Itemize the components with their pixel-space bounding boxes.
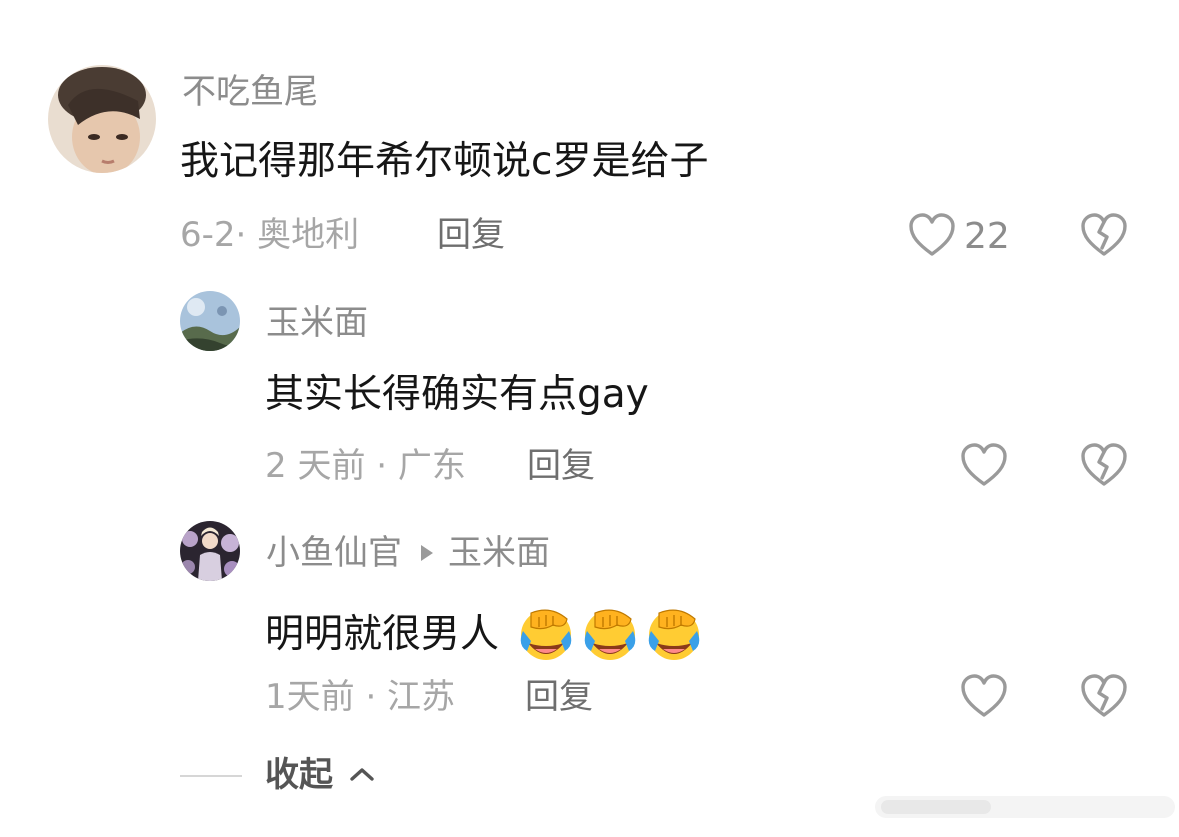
like-button[interactable] — [960, 673, 1008, 723]
comment-meta: 6-2· 奥地利 — [180, 215, 360, 255]
broken-heart-icon — [1080, 674, 1128, 723]
reply-button[interactable]: 回复 — [525, 680, 593, 714]
reply-button[interactable]: 回复 — [527, 449, 595, 483]
avatar[interactable] — [180, 521, 240, 581]
reply-to-username[interactable]: 玉米面 — [448, 533, 550, 573]
comment-username-row: 小鱼仙官 玉米面 — [266, 536, 550, 570]
comment-text: 其实长得确实有点gay — [265, 372, 649, 417]
avatar[interactable] — [180, 291, 240, 351]
comment-text: 明明就很男人 — [265, 612, 500, 657]
heart-outline-icon — [908, 212, 956, 262]
heart-outline-icon — [960, 673, 1008, 723]
collapse-button[interactable]: 收起 — [265, 758, 375, 792]
broken-heart-icon — [1080, 213, 1128, 262]
comment-text: 我记得那年希尔顿说c罗是给子 — [180, 139, 709, 184]
facepalm-laugh-emoji — [517, 605, 575, 668]
comment-username[interactable]: 不吃鱼尾 — [182, 75, 318, 109]
comment-meta: 1天前 · 江苏 — [265, 677, 456, 717]
scrollbar[interactable] — [875, 794, 1175, 820]
dislike-button[interactable] — [1080, 673, 1128, 723]
dislike-button[interactable] — [1080, 442, 1128, 492]
avatar[interactable] — [48, 65, 156, 173]
facepalm-laugh-emoji — [645, 605, 703, 668]
facepalm-laugh-emoji — [581, 605, 639, 668]
triangle-right-icon — [421, 544, 433, 561]
comment-text-row: 明明就很男人 — [265, 605, 703, 668]
dislike-button[interactable] — [1080, 212, 1128, 262]
collapse-label: 收起 — [265, 755, 333, 795]
comment-username[interactable]: 小鱼仙官 — [266, 533, 402, 573]
like-button[interactable]: 22 — [908, 212, 1010, 262]
like-button[interactable] — [960, 442, 1008, 492]
heart-outline-icon — [960, 442, 1008, 492]
chevron-up-icon — [350, 767, 374, 781]
reply-button[interactable]: 回复 — [437, 218, 505, 252]
broken-heart-icon — [1080, 443, 1128, 492]
comment-meta: 2 天前 · 广东 — [265, 446, 466, 486]
comment-username[interactable]: 玉米面 — [266, 306, 368, 340]
collapse-divider — [180, 775, 242, 777]
like-count: 22 — [964, 216, 1010, 257]
